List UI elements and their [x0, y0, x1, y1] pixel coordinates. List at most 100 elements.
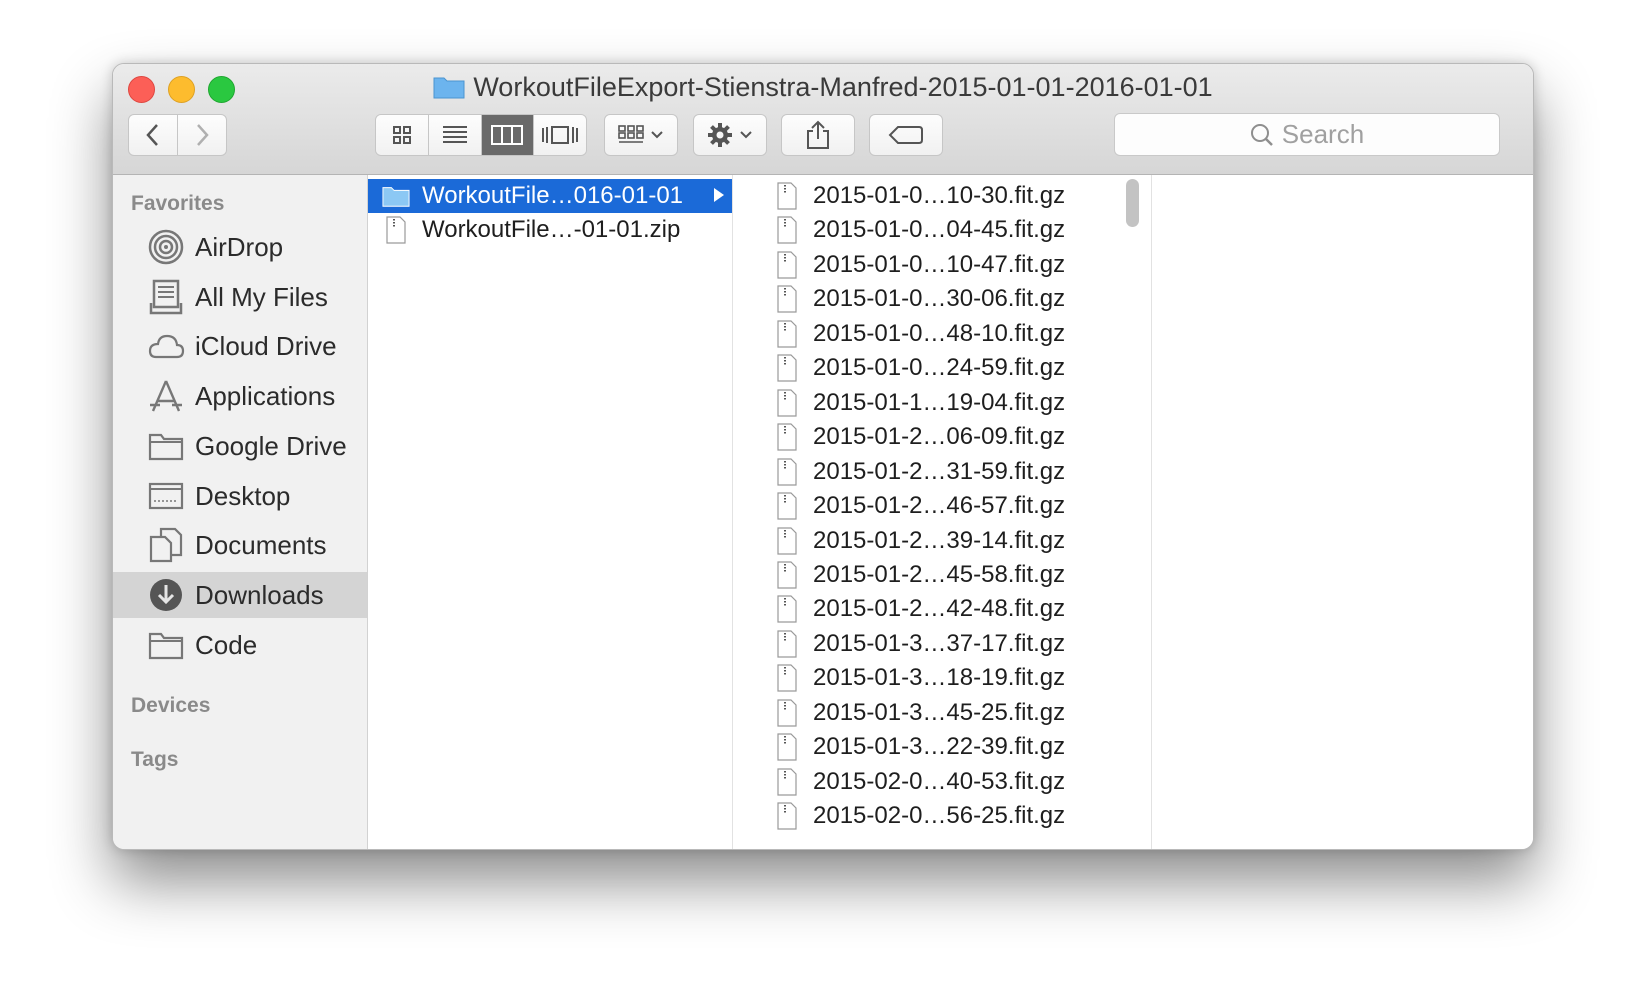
sidebar-item-label: Downloads	[195, 579, 324, 610]
sidebar-item-applications[interactable]: Applications	[113, 373, 367, 419]
gz-file-icon	[773, 388, 801, 418]
list-item-folder[interactable]: WorkoutFile…016-01-01	[368, 179, 732, 213]
tags-button[interactable]	[869, 114, 943, 156]
sidebar-item-icloud-drive[interactable]: iCloud Drive	[113, 323, 367, 369]
sidebar-item-airdrop[interactable]: AirDrop	[113, 224, 367, 270]
list-item[interactable]: 2015-01-3…37-17.fit.gz	[759, 627, 1123, 661]
gz-file-icon	[773, 629, 801, 659]
gz-file-icon	[773, 319, 801, 349]
sidebar-item-label: AirDrop	[195, 231, 284, 262]
list-item[interactable]: 2015-01-3…18-19.fit.gz	[759, 661, 1123, 695]
file-name: 2015-01-3…37-17.fit.gz	[813, 629, 1066, 657]
sidebar-item-code[interactable]: Code	[113, 622, 367, 668]
forward-button[interactable]	[177, 114, 227, 156]
list-item[interactable]: 2015-01-0…48-10.fit.gz	[759, 317, 1123, 351]
applications-icon	[147, 377, 185, 415]
window-title-wrap: WorkoutFileExport-Stienstra-Manfred-2015…	[113, 72, 1533, 103]
file-name: 2015-01-0…10-47.fit.gz	[813, 250, 1066, 278]
file-name: 2015-01-2…31-59.fit.gz	[813, 457, 1066, 485]
sidebar-item-label: Applications	[195, 380, 336, 411]
gz-file-icon	[773, 767, 801, 797]
list-item[interactable]: 2015-01-3…22-39.fit.gz	[759, 730, 1123, 764]
list-item[interactable]: 2015-01-1…19-04.fit.gz	[759, 386, 1123, 420]
gz-file-icon	[773, 526, 801, 556]
sidebar-item-documents[interactable]: Documents	[113, 522, 367, 568]
list-item[interactable]: 2015-01-0…10-47.fit.gz	[759, 248, 1123, 282]
gz-file-icon	[773, 594, 801, 624]
column-resize-area: ||	[733, 175, 760, 849]
list-item[interactable]: 2015-01-2…06-09.fit.gz	[759, 420, 1123, 454]
gz-file-icon	[773, 801, 801, 831]
list-item[interactable]: 2015-01-0…30-06.fit.gz	[759, 282, 1123, 316]
zip-file-icon	[382, 215, 410, 245]
file-name: 2015-01-0…24-59.fit.gz	[813, 354, 1066, 382]
documents-icon	[147, 526, 185, 564]
list-item[interactable]: 2015-01-2…45-58.fit.gz	[759, 558, 1123, 592]
gz-file-icon	[773, 560, 801, 590]
file-name: 2015-01-2…39-14.fit.gz	[813, 526, 1066, 554]
gz-file-icon	[773, 457, 801, 487]
gz-file-icon	[773, 732, 801, 762]
list-item-zip[interactable]: WorkoutFile…-01-01.zip	[368, 213, 732, 247]
sidebar-item-all-my-files[interactable]: All My Files	[113, 274, 367, 320]
list-item[interactable]: 2015-01-0…24-59.fit.gz	[759, 351, 1123, 385]
cover-flow-button[interactable]	[534, 115, 586, 155]
scrollbar-thumb[interactable]	[1126, 179, 1139, 227]
arrange-button[interactable]	[604, 114, 678, 156]
favorites-heading: Favorites	[131, 192, 225, 215]
list-item[interactable]: 2015-01-0…10-30.fit.gz	[759, 179, 1123, 213]
back-button[interactable]	[128, 114, 178, 156]
window-title: WorkoutFileExport-Stienstra-Manfred-2015…	[473, 72, 1213, 102]
chevron-right-icon	[197, 124, 209, 146]
cloud-icon	[147, 327, 185, 365]
list-item[interactable]: 2015-01-0…04-45.fit.gz	[759, 213, 1123, 247]
share-icon	[807, 120, 829, 149]
sidebar-item-label: Google Drive	[195, 430, 347, 461]
sidebar-item-downloads[interactable]: Downloads	[113, 572, 367, 618]
list-item[interactable]: 2015-01-3…45-25.fit.gz	[759, 696, 1123, 730]
arrange-icon	[618, 125, 663, 143]
file-name: 2015-02-0…40-53.fit.gz	[813, 767, 1066, 795]
sidebar-item-label: Code	[195, 629, 258, 660]
list-item[interactable]: 2015-01-2…42-48.fit.gz	[759, 592, 1123, 626]
gz-file-icon	[773, 698, 801, 728]
file-name: 2015-01-2…46-57.fit.gz	[813, 492, 1066, 520]
gz-file-icon	[773, 491, 801, 521]
grid-icon	[392, 126, 411, 144]
folder-icon	[382, 181, 410, 211]
devices-heading[interactable]: Devices	[131, 694, 210, 718]
list-view-button[interactable]	[428, 115, 482, 155]
column-view-button[interactable]	[481, 115, 535, 155]
sidebar-item-label: All My Files	[195, 281, 328, 312]
file-name: 2015-01-3…18-19.fit.gz	[813, 664, 1066, 692]
file-name: 2015-01-2…45-58.fit.gz	[813, 560, 1066, 588]
disclosure-arrow-icon	[714, 188, 724, 202]
sidebar-item-google-drive[interactable]: Google Drive	[113, 423, 367, 469]
file-name: 2015-01-3…45-25.fit.gz	[813, 698, 1066, 726]
file-name: 2015-01-0…30-06.fit.gz	[813, 285, 1066, 313]
file-name: 2015-01-0…48-10.fit.gz	[813, 319, 1066, 347]
icon-view-button[interactable]	[376, 115, 429, 155]
file-name: 2015-01-2…06-09.fit.gz	[813, 423, 1066, 451]
action-button[interactable]	[693, 114, 767, 156]
list-icon	[442, 126, 467, 143]
list-item[interactable]: 2015-01-2…31-59.fit.gz	[759, 455, 1123, 489]
desktop-icon	[147, 477, 185, 515]
sidebar-item-label: Desktop	[195, 480, 291, 511]
list-item[interactable]: 2015-02-0…56-25.fit.gz	[759, 799, 1123, 833]
sidebar: Favorites AirDrop All My Files iCloud Dr…	[113, 175, 368, 849]
folder-icon	[433, 77, 465, 99]
sidebar-item-label: Documents	[195, 529, 327, 560]
file-name: 2015-01-3…22-39.fit.gz	[813, 733, 1066, 761]
share-button[interactable]	[781, 114, 855, 156]
sidebar-item-desktop[interactable]: Desktop	[113, 473, 367, 519]
downloads-icon	[147, 576, 185, 614]
file-name: 2015-01-0…10-30.fit.gz	[813, 182, 1066, 209]
list-item[interactable]: 2015-01-2…46-57.fit.gz	[759, 489, 1123, 523]
tags-heading[interactable]: Tags	[131, 748, 178, 772]
search-field[interactable]: Search	[1114, 113, 1500, 156]
all-files-icon	[147, 278, 185, 316]
file-name: WorkoutFile…-01-01.zip	[422, 216, 681, 243]
list-item[interactable]: 2015-02-0…40-53.fit.gz	[759, 765, 1123, 799]
list-item[interactable]: 2015-01-2…39-14.fit.gz	[759, 524, 1123, 558]
